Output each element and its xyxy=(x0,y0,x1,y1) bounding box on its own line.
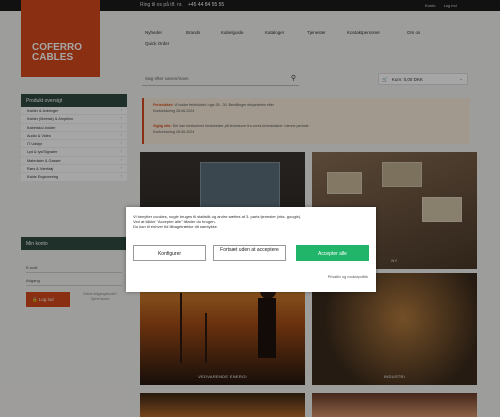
continue-without-accepting-button[interactable]: Fortsæt uden at acceptere xyxy=(213,245,286,261)
cookie-text: Vi benytter cookies, nogle bruges til st… xyxy=(133,214,369,229)
cookie-dialog: Vi benytter cookies, nogle bruges til st… xyxy=(126,207,376,292)
accept-all-button[interactable]: Accepter alle xyxy=(296,245,369,261)
configure-button[interactable]: Konfigurer xyxy=(133,245,206,261)
privacy-policy-link[interactable]: Privatliv og cookiepolitik xyxy=(328,275,368,279)
cookie-text-line: Du kan til enhver tid tilbagetrække dit … xyxy=(133,224,218,229)
